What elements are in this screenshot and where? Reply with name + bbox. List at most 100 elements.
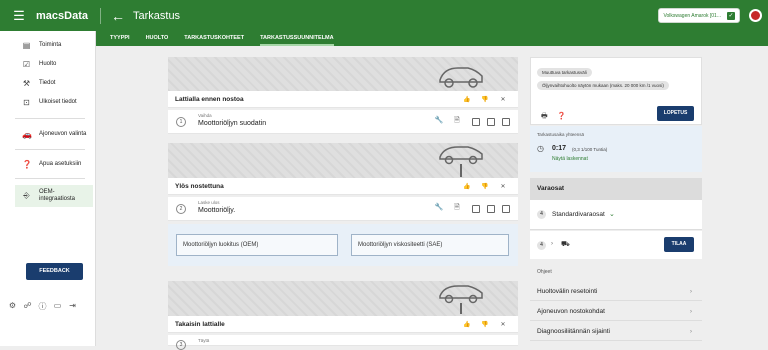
- sidebar-item-apua-asetuksiin[interactable]: ❓ Apua asetuksiin: [0, 159, 95, 169]
- sidebar-item-label: Ulkoiset tiedot: [39, 98, 77, 105]
- wrench-icon: ⚒: [22, 78, 31, 88]
- sidebar-item-oem[interactable]: ⎆ OEM-integraatiosta: [15, 185, 93, 207]
- chevron-right-icon[interactable]: ›: [551, 241, 553, 247]
- instruction-item[interactable]: Diagnoosiliitännän sijainti ›: [530, 322, 702, 341]
- instructions-title: Ohjeet: [537, 269, 552, 275]
- task-checkbox[interactable]: [487, 205, 495, 213]
- sidebar-item-toiminta[interactable]: ▤ Toiminta: [0, 40, 95, 50]
- car-on-lift-icon: [439, 146, 483, 177]
- sidebar-item-tiedot[interactable]: ⚒ Tiedot: [0, 78, 95, 88]
- truck-icon: ⛟: [561, 241, 570, 248]
- sidebar-item-label: Ajoneuvon valinta: [39, 130, 87, 137]
- show-calculations-link[interactable]: Näytä laskennat: [552, 156, 588, 162]
- tab-tarkastuskohteet[interactable]: TARKASTUSKOHTEET: [184, 31, 244, 46]
- task-row: 2 Laske ulos Moottoriöljy. 🔧 🗎: [168, 197, 518, 221]
- task-number: 2: [176, 204, 186, 214]
- oem-icon: ⎆: [23, 191, 30, 200]
- sidebar-item-ajoneuvon-valinta[interactable]: 🚗 Ajoneuvon valinta: [0, 125, 95, 143]
- instruction-label: Huoltovälin resetointi: [537, 288, 598, 295]
- wrench-icon[interactable]: 🔧: [430, 116, 448, 127]
- instruction-label: Diagnoosiliitännän sijainti: [537, 328, 610, 335]
- sidebar-item-label: Tiedot: [39, 79, 56, 86]
- tab-tarkastussuunnitelma[interactable]: TARKASTUSSUUNNITELMA: [260, 31, 334, 46]
- thumbs-up-icon[interactable]: 👍: [458, 96, 476, 103]
- chevron-down-icon[interactable]: ⌄: [609, 210, 615, 218]
- instruction-item[interactable]: Ajoneuvon nostokohdat ›: [530, 302, 702, 321]
- document-icon[interactable]: 🗎: [448, 116, 466, 127]
- standard-parts-row[interactable]: 4 Standardivaraosat ⌄: [530, 200, 702, 230]
- logout-icon[interactable]: ⇥: [65, 301, 80, 312]
- info-icon[interactable]: ⓘ: [35, 301, 50, 312]
- close-icon[interactable]: ✕: [494, 183, 512, 190]
- wrench-icon[interactable]: 🔧: [430, 203, 448, 214]
- sidebar-item-label: OEM-integraatiosta: [39, 189, 76, 202]
- task-checkbox[interactable]: [502, 118, 510, 126]
- sidebar: ▤ Toiminta ☑ Huolto ⚒ Tiedot ⊡ Ulkoiset …: [0, 31, 96, 346]
- total-time-value: 0:17: [552, 145, 567, 152]
- app-brand: macsData: [36, 7, 101, 24]
- network-icon[interactable]: ☍: [20, 301, 35, 312]
- sidebar-item-huolto[interactable]: ☑ Huolto: [0, 59, 95, 69]
- task-checkbox[interactable]: [502, 205, 510, 213]
- oil-change-chip: Öljynvaihtohuolto näytön mukaan (maks. 2…: [537, 81, 669, 90]
- sidebar-item-ulkoiset-tiedot[interactable]: ⊡ Ulkoiset tiedot: [0, 97, 95, 107]
- sidebar-divider: [15, 118, 85, 119]
- thumbs-down-icon[interactable]: 👎: [476, 321, 494, 328]
- section-header: Lattialla ennen nostoa 👍 👎 ✕: [168, 91, 518, 108]
- vehicle-selector[interactable]: Volkswagen Amarok [01... ✓: [658, 8, 740, 23]
- clock-icon: ◷: [537, 144, 544, 153]
- instruction-item[interactable]: Huoltovälin resetointi ›: [530, 282, 702, 301]
- interval-chip: Muuttuva tarkastusväli: [537, 68, 592, 77]
- feedback-button[interactable]: FEEDBACK: [26, 263, 83, 280]
- chevron-right-icon: ›: [689, 288, 692, 295]
- page-title: Tarkastus: [132, 9, 181, 22]
- tab-tyyppi[interactable]: TYYPPI: [110, 31, 130, 46]
- thumbs-up-icon[interactable]: 👍: [458, 321, 476, 328]
- user-avatar[interactable]: [749, 9, 762, 22]
- tab-bar: TYYPPI HUOLTO TARKASTUSKOHTEET TARKASTUS…: [96, 31, 768, 46]
- time-detail: (0,3 1/100 Tuntia): [572, 147, 608, 152]
- total-time-label: Tarkastusaika yhteensä: [537, 132, 585, 137]
- sidebar-item-label: Toiminta: [39, 41, 62, 48]
- standard-parts-label: Standardivaraosat: [552, 211, 605, 218]
- hamburger-menu-icon[interactable]: ☰: [4, 8, 34, 24]
- parts-title: Varaosat: [537, 185, 565, 192]
- sidebar-divider: [15, 149, 85, 150]
- task-text: Moottoriöljy.: [198, 207, 236, 214]
- section-header: Takaisin lattialle 👍 👎 ✕: [168, 316, 518, 333]
- help-icon[interactable]: ❓: [557, 112, 566, 120]
- task-checkbox[interactable]: [472, 118, 480, 126]
- document-icon[interactable]: 🗎: [448, 203, 466, 214]
- car-icon: 🚗: [22, 129, 32, 139]
- sidebar-divider: [15, 178, 85, 179]
- top-app-bar: ☰ macsData ← Tarkastus: [0, 0, 768, 31]
- task-action: Laske ulos: [198, 200, 220, 205]
- oil-viscosity-field[interactable]: Moottoriöljyn viskositeetti (SAE): [351, 234, 509, 256]
- close-icon[interactable]: ✕: [494, 96, 512, 103]
- chat-icon[interactable]: ▭: [50, 301, 65, 312]
- order-button[interactable]: TILAA: [664, 237, 694, 252]
- settings-icon[interactable]: ⚙: [5, 301, 20, 312]
- section-title: Takaisin lattialle: [175, 320, 225, 328]
- task-checkbox[interactable]: [487, 118, 495, 126]
- task-number: 3: [176, 340, 186, 350]
- thumbs-up-icon[interactable]: 👍: [458, 183, 476, 190]
- sidebar-footer-icons: ⚙ ☍ ⓘ ▭ ⇥: [5, 301, 80, 312]
- task-action: Vaihda: [198, 113, 212, 118]
- print-icon[interactable]: 🖶: [541, 112, 548, 123]
- oil-grade-field[interactable]: Moottoriöljyn luokitus (OEM): [176, 234, 338, 256]
- task-action: Täytä: [198, 338, 210, 343]
- thumbs-down-icon[interactable]: 👎: [476, 183, 494, 190]
- thumbs-down-icon[interactable]: 👎: [476, 96, 494, 103]
- order-count-badge: 4: [537, 241, 546, 250]
- time-summary: Tarkastusaika yhteensä ◷ 0:17 (0,3 1/100…: [530, 126, 702, 172]
- back-arrow-icon[interactable]: ←: [111, 8, 125, 24]
- vehicle-name: Volkswagen Amarok [01...: [663, 12, 721, 19]
- close-icon[interactable]: ✕: [494, 321, 512, 328]
- tab-huolto[interactable]: HUOLTO: [146, 31, 169, 46]
- stop-button[interactable]: LOPETUS: [657, 106, 694, 121]
- task-row: 3 Täytä: [168, 335, 518, 350]
- task-checkbox[interactable]: [472, 205, 480, 213]
- chevron-right-icon: ›: [689, 328, 692, 335]
- car-lowering-icon: [439, 285, 483, 314]
